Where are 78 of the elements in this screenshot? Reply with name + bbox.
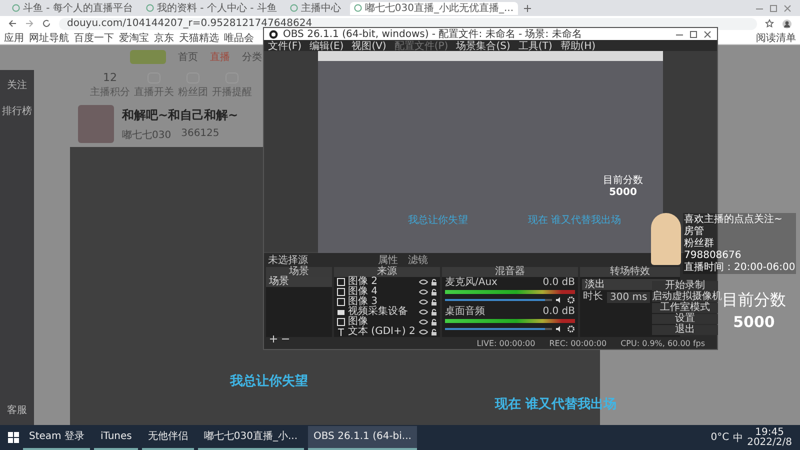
taskbar-app[interactable]: 无他伴侣 <box>142 426 194 450</box>
caption-text: 我总让你失望 <box>408 214 468 226</box>
control-button[interactable]: 开始录制 <box>652 281 718 291</box>
room-title: 和解吧~和自己和解~ <box>122 106 238 124</box>
bookmark-link[interactable]: 应用 <box>4 30 24 44</box>
source-item[interactable]: 图像 <box>348 317 416 327</box>
stat-label: 粉丝团 <box>178 86 208 98</box>
score-label: 目前分数 <box>603 174 643 186</box>
menu-item[interactable]: 工具(T) <box>518 38 552 52</box>
duration-label: 时长 <box>583 292 603 303</box>
score-label: 目前分数 <box>722 290 786 311</box>
score-value: 5000 <box>733 313 775 331</box>
audio-channel-name: 桌面音频 <box>445 307 485 317</box>
status-text: REC: 00:00:00 <box>549 339 607 348</box>
bookmark-link[interactable]: 天猫精选 <box>179 30 219 44</box>
sidebar-item[interactable]: 排行榜 <box>2 104 32 118</box>
no-source-label: 未选择源 <box>268 254 309 266</box>
audio-channel-name: 麦克风/Aux <box>445 278 498 288</box>
browser-tab[interactable]: 斗鱼 - 每个人的直播平台 <box>8 2 137 14</box>
stat-label: 直播开关 <box>134 86 174 98</box>
stat-value: 12 <box>103 71 117 84</box>
overlay-text: 粉丝群 <box>684 238 715 249</box>
overlay-text: 喜欢主播的点点关注~ <box>684 214 784 225</box>
overlay-text: 798808676 <box>684 250 742 261</box>
bookmark-link[interactable]: 唯品会 <box>224 30 254 44</box>
stat-label: 主播积分 <box>90 86 130 99</box>
menu-item[interactable]: 场景集合(S) <box>456 38 510 52</box>
menu-item[interactable]: 帮助(H) <box>560 38 596 52</box>
dock-header: 转场特效 <box>580 267 680 277</box>
caption-text: 现在 谁又代替我出场 <box>528 214 622 226</box>
menu-item[interactable]: 视图(V) <box>352 38 386 52</box>
dock-header: 混音器 <box>442 267 578 277</box>
stat-label: 开播提醒 <box>212 86 252 98</box>
sidebar-item[interactable]: 客服 <box>2 403 32 417</box>
score-value: 5000 <box>609 186 637 198</box>
reading-list-button[interactable]: 阅读清单 <box>756 30 796 44</box>
dock-header: 来源 <box>334 267 440 277</box>
overlay-text: 直播时间：20:00-06:00 <box>684 262 796 273</box>
popularity-count: 366125 <box>181 128 220 140</box>
taskbar-app[interactable]: 嘟七七030直播_小... <box>198 426 304 450</box>
source-item[interactable]: 视频采集设备 <box>348 307 416 317</box>
browser-tab[interactable]: 主播中心 <box>286 2 345 14</box>
status-text: LIVE: 00:00:00 <box>476 339 536 348</box>
source-item[interactable]: 图像 2 <box>348 277 416 287</box>
weather-text: 0°C <box>710 432 730 443</box>
source-item[interactable]: 图像 3 <box>348 297 416 307</box>
bookmark-link[interactable]: 网址导航 <box>29 30 69 44</box>
db-reading: 0.0 dB <box>542 307 575 317</box>
source-item[interactable]: 文本 (GDI+) 2 <box>348 327 416 337</box>
browser-tab[interactable]: 我的资料 - 个人中心 - 斗鱼 <box>142 2 281 14</box>
menu-item[interactable]: 文件(F) <box>268 38 302 52</box>
properties-button[interactable]: 属性 <box>378 252 398 266</box>
overlay-text: 房管 <box>684 226 705 237</box>
taskbar-app[interactable]: Steam 登录 <box>23 426 90 450</box>
window-title: OBS 26.1.1 (64-bit, windows) - 配置文件: 未命名 - 场景: 未命名 <box>283 28 582 40</box>
bookmark-link[interactable]: 爱淘宝 <box>119 30 149 44</box>
ime-indicator[interactable]: 中 <box>733 430 744 444</box>
status-text: CPU: 0.9%, 60.00 fps <box>620 339 705 348</box>
lyric-line: 现在 谁又代替我出场 <box>495 396 617 413</box>
bookmark-link[interactable]: 京东 <box>154 30 174 44</box>
menu-item[interactable]: 编辑(E) <box>310 38 344 52</box>
source-item[interactable]: 图像 4 <box>348 287 416 297</box>
bookmark-link[interactable]: 百度一下 <box>74 30 114 44</box>
clock-time: 19:45 <box>755 428 784 438</box>
scene-item[interactable]: 场景 <box>266 277 332 287</box>
control-button[interactable]: 设置 <box>652 314 718 324</box>
duration-field[interactable]: 300 ms <box>607 292 650 303</box>
filters-button[interactable]: 滤镜 <box>408 252 428 266</box>
control-button[interactable]: 工作室模式 <box>652 303 718 313</box>
control-button[interactable]: 退出 <box>652 325 718 335</box>
db-reading: 0.0 dB <box>542 278 575 288</box>
browser-tab[interactable]: 嘟七七030直播_小此无优直播_... <box>350 2 518 14</box>
sidebar-item[interactable]: 关注 <box>2 78 32 92</box>
taskbar-app[interactable]: iTunes <box>94 426 138 450</box>
dock-header: 场景 <box>266 267 332 277</box>
lyric-line: 我总让你失望 <box>230 372 308 390</box>
clock-date: 2022/2/8 <box>747 438 792 448</box>
taskbar-app[interactable]: OBS 26.1.1 (64-bi... <box>308 426 418 450</box>
